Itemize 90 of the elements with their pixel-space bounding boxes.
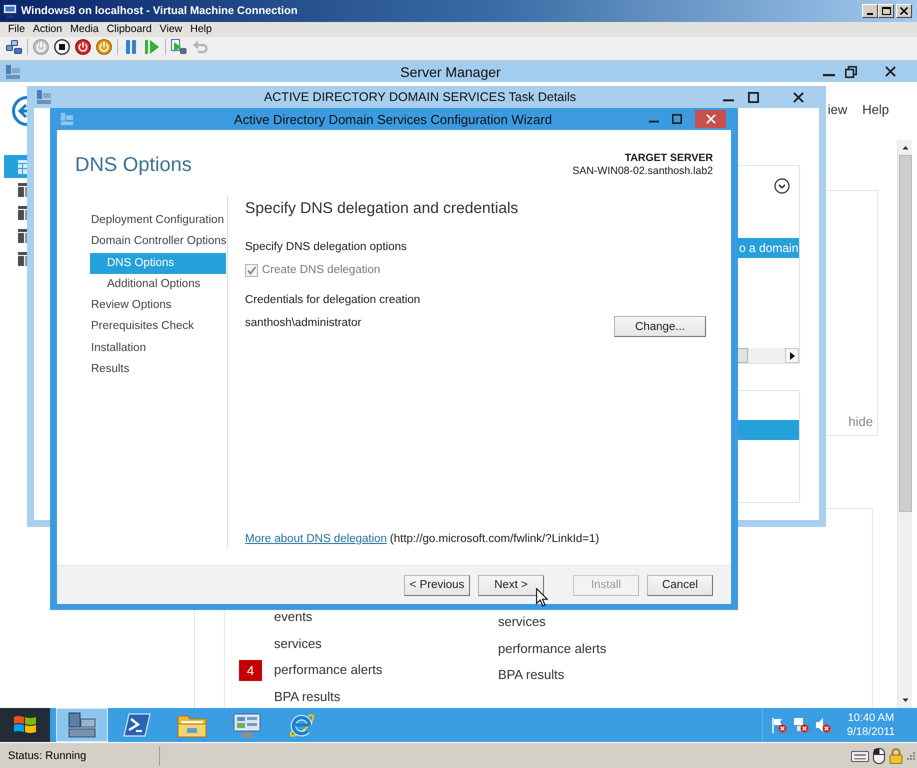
close-icon (900, 7, 908, 15)
window-title: Windows8 on localhost - Virtual Machine Connection (21, 5, 298, 17)
stop-icon[interactable] (54, 39, 70, 55)
server-icon (18, 182, 27, 196)
status-item[interactable]: events (274, 608, 312, 625)
checkbox-label: Create DNS delegation (262, 263, 380, 278)
status-item[interactable]: services (498, 614, 546, 630)
muted-speaker-icon[interactable] (814, 717, 831, 733)
header-menu-item[interactable]: iew (828, 96, 848, 124)
power-icon[interactable] (75, 39, 91, 55)
server-stack-icon (67, 711, 97, 739)
status-item[interactable]: performance alerts (274, 662, 382, 678)
wizard-button[interactable]: Next > (478, 574, 544, 596)
wizard-step[interactable]: Domain Controller Options (90, 231, 226, 253)
link-address: (http://go.microsoft.com/fwlink/?LinkId=1) (390, 532, 600, 547)
clock-time: 10:40 AM (848, 711, 894, 725)
dashboard-icon (18, 160, 27, 174)
right-arrow-icon (790, 352, 794, 360)
start-button[interactable] (0, 708, 50, 742)
target-server-label: TARGET SERVER (624, 152, 713, 165)
resize-grip-icon[interactable] (907, 752, 915, 760)
target-server-name: SAN-WIN08-02.santhosh.lab2 (572, 165, 713, 178)
menu-item[interactable]: Help (186, 22, 216, 37)
hide-link[interactable]: hide (848, 414, 873, 430)
document-play-icon[interactable] (171, 39, 187, 55)
help-link[interactable]: More about DNS delegation (245, 531, 387, 547)
wizard-step[interactable]: Results (90, 359, 226, 380)
monitor-icon (3, 4, 17, 18)
restore-icon[interactable] (845, 66, 857, 78)
server-stack-icon (36, 89, 52, 105)
clock-date: 9/18/2011 (846, 725, 895, 739)
status-item[interactable]: BPA results (498, 667, 564, 684)
monitor-icon (232, 711, 262, 739)
wizard-step[interactable]: Deployment Configuration (90, 210, 226, 232)
change-button[interactable]: Change... (614, 316, 706, 337)
menu-item[interactable]: Action (28, 22, 66, 37)
close-icon[interactable] (885, 66, 896, 77)
minimize-button[interactable] (862, 4, 878, 18)
power-icon[interactable] (96, 39, 112, 55)
mouse-icon (873, 748, 885, 764)
flag-icon[interactable] (770, 717, 787, 733)
scrollbar-thumb[interactable] (738, 348, 748, 363)
maximize-icon (882, 7, 890, 15)
mouse-pointer-icon (536, 588, 548, 607)
menu-item[interactable]: Clipboard (102, 22, 156, 37)
maximize-button[interactable] (878, 4, 894, 18)
wizard-button[interactable]: < Previous (404, 574, 470, 596)
window-title: ACTIVE DIRECTORY DOMAIN SERVICES Task Details (264, 90, 576, 104)
status-item[interactable]: BPA results (274, 688, 340, 705)
close-icon[interactable] (793, 92, 804, 102)
menu-item[interactable]: View (156, 22, 186, 37)
maximize-icon[interactable] (748, 92, 759, 102)
chevron-down-icon[interactable] (774, 178, 790, 194)
status-text: Status: Running (8, 750, 86, 762)
credentials-label: Credentials for delegation creation (245, 293, 420, 308)
header-menu-item[interactable]: Help (862, 96, 889, 124)
wizard-step[interactable]: Installation (90, 338, 226, 360)
status-item[interactable]: services (274, 636, 322, 652)
options-label: Specify DNS delegation options (245, 240, 407, 255)
lock-icon (889, 748, 903, 764)
wizard-step[interactable]: Prerequisites Check (90, 316, 226, 338)
credentials-user: santhosh\administrator (245, 316, 362, 331)
network-icon[interactable] (792, 717, 809, 733)
close-button[interactable] (896, 4, 912, 18)
keyboard-icon (851, 748, 869, 762)
alert-count-badge: 4 (239, 660, 262, 681)
section-heading: Specify DNS delegation and credentials (245, 199, 518, 219)
taskbar-button[interactable] (56, 708, 108, 742)
window-title: Server Manager (400, 64, 501, 80)
server-icon (18, 252, 27, 266)
scroll-right-button[interactable] (785, 348, 799, 363)
close-icon (706, 114, 716, 124)
keys-icon[interactable] (6, 39, 22, 55)
maximize-icon[interactable] (672, 114, 682, 124)
pause-icon[interactable] (123, 39, 139, 55)
terminal-icon (122, 711, 152, 739)
wizard-step[interactable]: Additional Options (90, 274, 226, 296)
server-icon (18, 206, 27, 220)
window-title: Active Directory Domain Services Configuration Wizard (234, 112, 552, 126)
server-stack-icon (5, 64, 21, 80)
server-stack-icon (60, 112, 74, 126)
wizard-step[interactable]: Review Options (90, 295, 226, 316)
scrollbar-thumb[interactable] (898, 155, 912, 512)
menu-item[interactable]: File (4, 22, 29, 37)
e-logo-icon (287, 711, 317, 739)
menu-item[interactable]: Media (66, 22, 103, 37)
status-item[interactable]: performance alerts (498, 640, 606, 657)
wizard-button[interactable]: Cancel (647, 574, 713, 596)
page-title: DNS Options (75, 153, 192, 178)
server-icon (18, 228, 27, 242)
